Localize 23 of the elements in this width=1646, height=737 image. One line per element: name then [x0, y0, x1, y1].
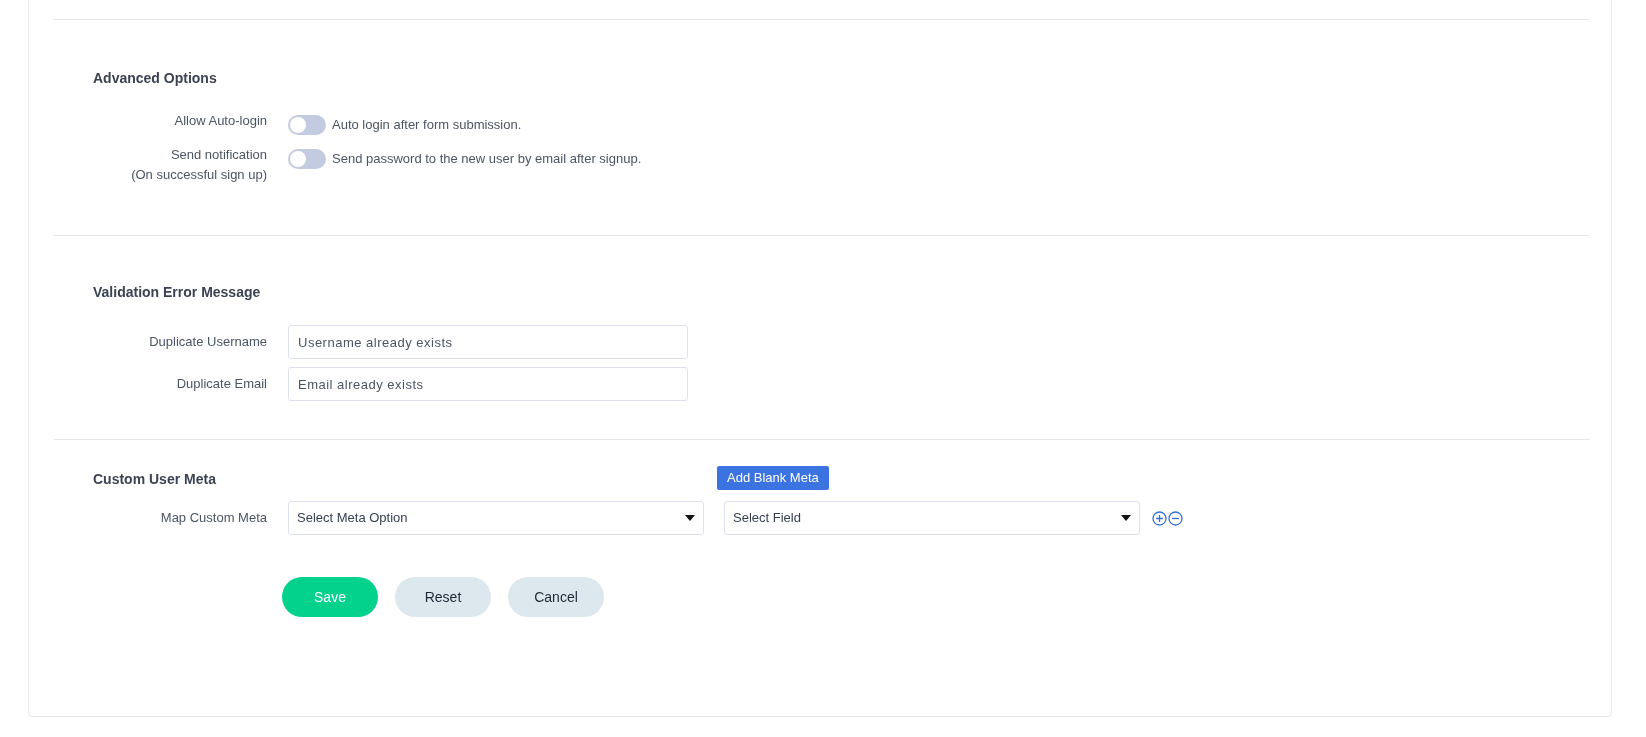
remove-icon[interactable] — [1168, 510, 1183, 526]
toggle-description: Send password to the new user by email after signup. — [332, 150, 642, 168]
text-input[interactable]: Username already exists — [288, 325, 688, 359]
field-label: Map Custom Meta — [159, 509, 267, 527]
toggle-switch[interactable] — [288, 149, 326, 169]
add-icon[interactable] — [1152, 510, 1167, 526]
caret-icon — [1121, 515, 1131, 521]
select-dropdown[interactable]: Select Meta Option — [288, 501, 704, 535]
section-heading: Custom User Meta — [93, 470, 217, 489]
section-heading: Advanced Options — [93, 69, 218, 88]
field-label: Duplicate Email — [175, 375, 267, 393]
toggle-switch[interactable] — [288, 115, 326, 135]
form-button[interactable]: Cancel — [508, 577, 604, 617]
field-label: Allow Auto-login — [173, 112, 267, 130]
select-dropdown[interactable]: Select Field — [724, 501, 1140, 535]
field-label: Duplicate Username — [148, 333, 267, 351]
add-blank-meta-button[interactable]: Add Blank Meta — [717, 466, 829, 490]
text-input[interactable]: Email already exists — [288, 367, 688, 401]
form-button[interactable]: Reset — [395, 577, 491, 617]
field-label: Send notification (On successful sign up) — [130, 146, 267, 184]
section-heading: Validation Error Message — [93, 283, 262, 302]
toggle-description: Auto login after form submission. — [332, 116, 522, 134]
caret-icon — [685, 515, 695, 521]
